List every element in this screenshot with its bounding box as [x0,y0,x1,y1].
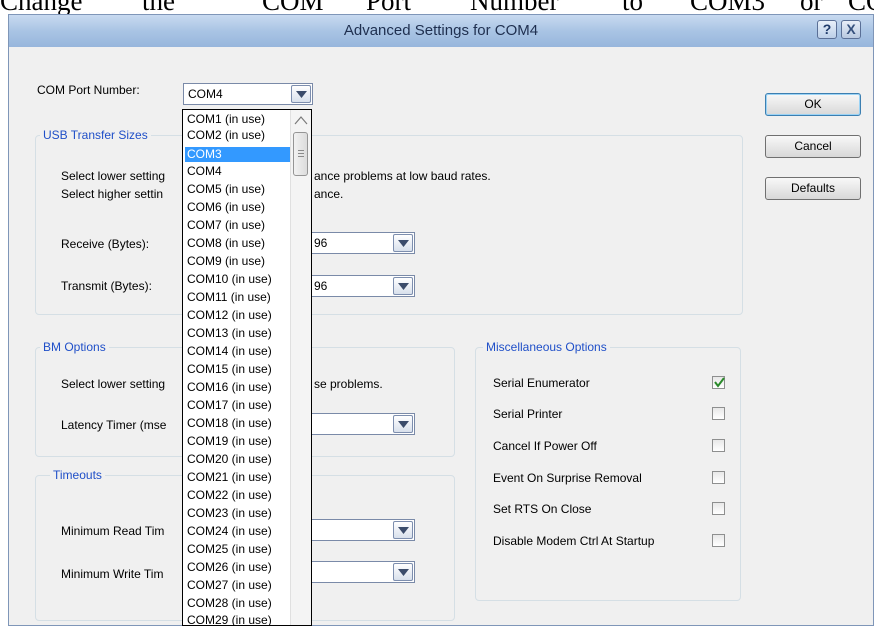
bm-options-title: BM Options [40,340,109,354]
disable-modem-ctrl-label: Disable Modem Ctrl At Startup [493,534,655,548]
scroll-up-arrow-icon[interactable] [294,116,308,125]
port-option[interactable]: COM24 (in use) [185,524,291,539]
port-option[interactable]: COM27 (in use) [185,578,291,593]
com-port-value: COM4 [188,87,223,101]
chevron-down-icon [398,527,409,534]
port-option[interactable]: COM8 (in use) [185,236,291,251]
port-option[interactable]: COM26 (in use) [185,560,291,575]
serial-enumerator-checkbox[interactable] [712,376,725,389]
close-icon: X [846,21,856,37]
port-option[interactable]: COM4 [185,164,291,179]
help-icon: ? [822,21,832,37]
port-option[interactable]: COM22 (in use) [185,488,291,503]
port-option[interactable]: COM6 (in use) [185,200,291,215]
usb-transfer-title: USB Transfer Sizes [40,128,151,142]
defaults-button[interactable]: Defaults [765,177,861,200]
port-option[interactable]: COM7 (in use) [185,218,291,233]
min-read-timeout-label: Minimum Read Tim [61,524,165,538]
receive-combo[interactable]: 96 [299,232,415,254]
usb-hint-line2-start: Select higher settin [61,187,164,201]
window-title: Advanced Settings for COM4 [343,22,539,39]
close-button[interactable]: X [841,20,861,39]
help-button[interactable]: ? [817,20,837,39]
port-option[interactable]: COM5 (in use) [185,182,291,197]
port-option[interactable]: COM17 (in use) [185,398,291,413]
check-icon [714,377,725,388]
receive-value: 96 [314,236,328,250]
port-option[interactable]: COM18 (in use) [185,416,291,431]
receive-dropdown-button[interactable] [393,234,413,252]
min-write-dropdown-button[interactable] [393,563,413,581]
cancel-button[interactable]: Cancel [765,135,861,158]
port-option[interactable]: COM23 (in use) [185,506,291,521]
port-option[interactable]: COM12 (in use) [185,308,291,323]
com-port-combo[interactable]: COM4 [183,83,313,105]
port-option[interactable]: COM2 (in use) [185,128,291,143]
serial-printer-label: Serial Printer [493,407,563,421]
usb-hint-line2-end: ance. [314,187,344,201]
bm-hint-end: se problems. [314,377,383,391]
scrollbar-thumb[interactable] [293,132,308,176]
chevron-down-icon [296,91,307,98]
chevron-down-icon [398,421,409,428]
latency-timer-combo[interactable] [299,413,415,435]
port-option-selected[interactable]: COM3 [185,147,291,162]
port-option[interactable]: COM1 (in use) [185,112,291,127]
port-option[interactable]: COM10 (in use) [185,272,291,287]
port-option[interactable]: COM14 (in use) [185,344,291,359]
min-write-timeout-combo[interactable] [299,561,415,583]
dropdown-scrollbar[interactable] [290,110,311,625]
latency-dropdown-button[interactable] [393,415,413,433]
transmit-dropdown-button[interactable] [393,277,413,295]
event-on-surprise-removal-checkbox[interactable] [712,471,725,484]
transmit-label: Transmit (Bytes): [61,279,152,293]
port-option[interactable]: COM15 (in use) [185,362,291,377]
min-read-dropdown-button[interactable] [393,521,413,539]
port-option[interactable]: COM25 (in use) [185,542,291,557]
port-option[interactable]: COM11 (in use) [185,290,291,305]
port-option[interactable]: COM29 (in use) [185,613,291,625]
chevron-down-icon [398,240,409,247]
usb-hint-line1-end: ance problems at low baud rates. [314,169,491,183]
cancel-if-power-off-checkbox[interactable] [712,439,725,452]
port-option[interactable]: COM19 (in use) [185,434,291,449]
com-port-dropdown-list[interactable]: COM1 (in use) COM2 (in use) COM3 COM4 CO… [182,109,312,626]
receive-label: Receive (Bytes): [61,237,150,251]
serial-enumerator-label: Serial Enumerator [493,376,590,390]
chevron-down-icon [398,283,409,290]
chevron-down-icon [398,569,409,576]
min-read-timeout-combo[interactable] [299,519,415,541]
ok-button[interactable]: OK [765,93,861,116]
transmit-combo[interactable]: 96 [299,275,415,297]
latency-timer-label: Latency Timer (mse [61,418,167,432]
cancel-if-power-off-label: Cancel If Power Off [493,439,597,453]
set-rts-on-close-label: Set RTS On Close [493,502,592,516]
event-on-surprise-removal-label: Event On Surprise Removal [493,471,642,485]
title-bar[interactable]: Advanced Settings for COM4 ? X [9,15,873,47]
set-rts-on-close-checkbox[interactable] [712,502,725,515]
port-option[interactable]: COM20 (in use) [185,452,291,467]
advanced-settings-dialog: Advanced Settings for COM4 ? X COM Port … [8,14,874,626]
port-option[interactable]: COM9 (in use) [185,254,291,269]
port-option[interactable]: COM16 (in use) [185,380,291,395]
com-port-dropdown-button[interactable] [291,85,311,103]
port-option[interactable]: COM21 (in use) [185,470,291,485]
port-option[interactable]: COM28 (in use) [185,596,291,611]
serial-printer-checkbox[interactable] [712,407,725,420]
port-option[interactable]: COM13 (in use) [185,326,291,341]
min-write-timeout-label: Minimum Write Tim [61,567,164,581]
transmit-value: 96 [314,279,328,293]
usb-hint-line1-start: Select lower setting [61,169,166,183]
com-port-label: COM Port Number: [37,83,140,97]
bm-hint-start: Select lower setting [61,377,166,391]
disable-modem-ctrl-checkbox[interactable] [712,534,725,547]
misc-options-title: Miscellaneous Options [483,340,610,354]
timeouts-title: Timeouts [50,468,105,482]
